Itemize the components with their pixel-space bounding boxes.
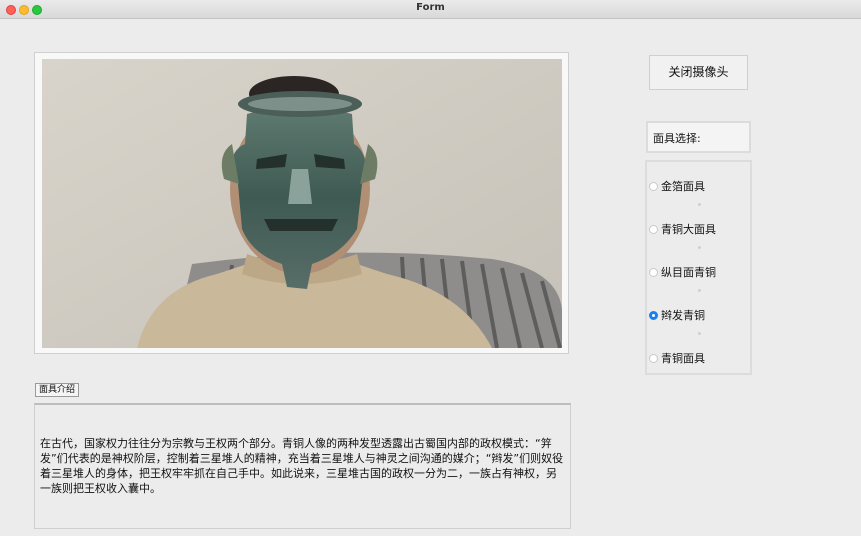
- radio-gold-foil-mask[interactable]: 金箔面具: [649, 178, 705, 194]
- app-window: Form 关闭摄像头 面具选择: 金箔面具 青铜大面具 纵目面青铜 辫发青铜 青…: [0, 0, 861, 536]
- radio-vertical-eye-bronze[interactable]: 纵目面青铜: [649, 264, 716, 280]
- separator: [698, 289, 701, 292]
- window-title: Form: [416, 2, 445, 13]
- mask-select-label-box: 面具选择:: [646, 121, 751, 153]
- radio-indicator: [649, 267, 658, 277]
- radio-braided-bronze[interactable]: 辫发青铜: [649, 307, 705, 323]
- camera-video-feed: [42, 59, 562, 348]
- separator: [698, 246, 701, 249]
- close-camera-button[interactable]: 关闭摄像头: [649, 55, 748, 90]
- mask-intro-textbox[interactable]: 在古代，国家权力往往分为宗教与王权两个部分。青铜人像的两种发型透露出古蜀国内部的…: [34, 403, 571, 529]
- title-bar: Form: [0, 0, 861, 19]
- radio-label: 青铜大面具: [661, 223, 716, 236]
- radio-indicator-selected: [649, 310, 658, 320]
- radio-label: 辫发青铜: [661, 309, 705, 322]
- radio-indicator: [649, 181, 658, 191]
- mask-intro-text: 在古代，国家权力往往分为宗教与王权两个部分。青铜人像的两种发型透露出古蜀国内部的…: [40, 437, 564, 495]
- radio-label: 纵目面青铜: [661, 266, 716, 279]
- radio-label: 青铜面具: [661, 352, 705, 365]
- radio-bronze-large-mask[interactable]: 青铜大面具: [649, 221, 716, 237]
- radio-indicator: [649, 353, 658, 363]
- radio-indicator: [649, 224, 658, 234]
- separator: [698, 332, 701, 335]
- mask-radio-group: 金箔面具 青铜大面具 纵目面青铜 辫发青铜 青铜面具: [645, 160, 752, 375]
- mask-intro-button[interactable]: 面具介绍: [35, 383, 79, 397]
- camera-view-frame: [34, 52, 569, 354]
- radio-bronze-mask[interactable]: 青铜面具: [649, 350, 705, 366]
- camera-frame-image: [42, 59, 562, 348]
- mask-select-label: 面具选择:: [653, 132, 701, 145]
- separator: [698, 203, 701, 206]
- radio-label: 金箔面具: [661, 180, 705, 193]
